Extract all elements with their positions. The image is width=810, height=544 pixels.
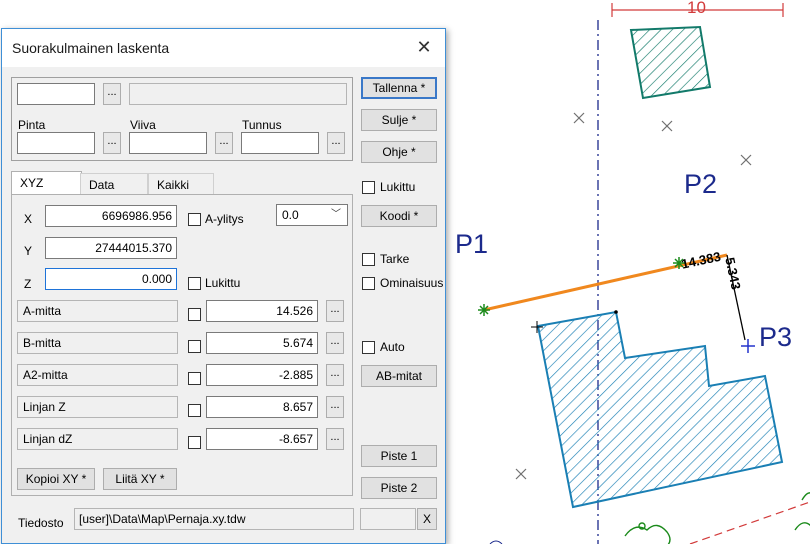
linjan-z-browse-button[interactable]: ... — [326, 396, 344, 418]
auto-checkbox[interactable] — [362, 341, 375, 354]
lukittu-checkbox[interactable] — [362, 181, 375, 194]
p1-marker[interactable] — [478, 304, 490, 316]
linjan-dz-checkbox[interactable] — [188, 436, 201, 449]
auto-label: Auto — [380, 340, 405, 354]
viiva-label: Viiva — [130, 118, 156, 132]
a-ylitys-select[interactable]: 0.0 ﹀ — [276, 204, 348, 226]
ab-mitat-button[interactable]: AB-mitat — [361, 365, 437, 387]
b-mitta-label: B-mitta — [17, 332, 178, 354]
chevron-down-icon: ﹀ — [331, 209, 341, 220]
tiedosto-field: [user]\Data\Map\Pernaja.xy.tdw — [74, 508, 354, 530]
building-green[interactable] — [629, 25, 712, 100]
y-label: Y — [24, 244, 33, 258]
b-mitta-browse-button[interactable]: ... — [326, 332, 344, 354]
ohje-button[interactable]: Ohje * — [361, 141, 437, 163]
dialog-titlebar[interactable]: Suorakulmainen laskenta ✕ — [2, 29, 445, 67]
close-icon[interactable]: ✕ — [412, 35, 436, 59]
small-field — [360, 508, 416, 530]
piste2-button[interactable]: Piste 2 — [361, 477, 437, 499]
lukittu-label: Lukittu — [380, 180, 416, 194]
z-input[interactable]: 0.000 — [45, 268, 177, 290]
tab-kaikki[interactable]: Kaikki — [148, 173, 214, 195]
viiva-input[interactable] — [129, 132, 207, 154]
z-label: Z — [24, 277, 32, 291]
dimension-label: 10 — [687, 0, 706, 17]
tunnus-browse-button[interactable]: ... — [327, 132, 345, 154]
tarke-checkbox[interactable] — [362, 253, 375, 266]
a2-mitta-label: A2-mitta — [17, 364, 178, 386]
tallenna-button[interactable]: Tallenna * — [361, 77, 437, 99]
a-mitta-browse-button[interactable]: ... — [326, 300, 344, 322]
tarke-label: Tarke — [380, 252, 410, 266]
piste1-button[interactable]: Piste 1 — [361, 445, 437, 467]
p3-marker[interactable] — [741, 339, 755, 353]
code-description-field — [129, 83, 347, 105]
z-lukittu-label: Lukittu — [205, 276, 241, 290]
koodi-button[interactable]: Koodi * — [361, 205, 437, 227]
linjan-z-input[interactable]: 8.657 — [206, 396, 318, 418]
building-blue[interactable] — [536, 310, 784, 509]
viiva-browse-button[interactable]: ... — [215, 132, 233, 154]
a2-mitta-browse-button[interactable]: ... — [326, 364, 344, 386]
x-input[interactable]: 6696986.956 — [45, 205, 177, 227]
code-browse-button[interactable]: ... — [103, 83, 121, 105]
tab-data[interactable]: Data — [80, 173, 148, 195]
b-mitta-checkbox[interactable] — [188, 340, 201, 353]
point-label-p1: P1 — [455, 229, 489, 259]
clear-file-button[interactable]: X — [417, 508, 437, 530]
point-label-p2: P2 — [684, 169, 718, 199]
pinta-browse-button[interactable]: ... — [103, 132, 121, 154]
a-ylitys-select-value: 0.0 — [282, 208, 299, 222]
a2-mitta-checkbox[interactable] — [188, 372, 201, 385]
linjan-dz-input[interactable]: -8.657 — [206, 428, 318, 450]
ominaisuus-label: Ominaisuus — [380, 276, 444, 290]
a-mitta-input[interactable]: 14.526 — [206, 300, 318, 322]
dialog-window: Suorakulmainen laskenta ✕ ... Pinta Viiv… — [1, 28, 446, 544]
tab-xyz[interactable]: XYZ — [11, 171, 82, 195]
a-ylitys-label: A-ylitys — [205, 212, 244, 226]
a-mitta-label: A-mitta — [17, 300, 178, 322]
liita-xy-button[interactable]: Liitä XY * — [103, 468, 177, 490]
sulje-button[interactable]: Sulje * — [361, 109, 437, 131]
point-label-p3: P3 — [759, 322, 793, 352]
tunnus-label: Tunnus — [242, 118, 282, 132]
pinta-label: Pinta — [18, 118, 46, 132]
y-input[interactable]: 27444015.370 — [45, 237, 177, 259]
ominaisuus-checkbox[interactable] — [362, 277, 375, 290]
a2-mitta-input[interactable]: -2.885 — [206, 364, 318, 386]
linjan-z-checkbox[interactable] — [188, 404, 201, 417]
tiedosto-label: Tiedosto — [18, 516, 64, 530]
tunnus-input[interactable] — [241, 132, 319, 154]
kopioi-xy-button[interactable]: Kopioi XY * — [17, 468, 95, 490]
b-mitta-input[interactable]: 5.674 — [206, 332, 318, 354]
code-input[interactable] — [17, 83, 95, 105]
x-label: X — [24, 212, 33, 226]
z-lukittu-checkbox[interactable] — [188, 277, 201, 290]
linjan-dz-browse-button[interactable]: ... — [326, 428, 344, 450]
linjan-z-label: Linjan Z — [17, 396, 178, 418]
a-ylitys-checkbox[interactable] — [188, 213, 201, 226]
dialog-title: Suorakulmainen laskenta — [12, 40, 170, 56]
linjan-dz-label: Linjan dZ — [17, 428, 178, 450]
pinta-input[interactable] — [17, 132, 95, 154]
vegetation — [624, 492, 810, 544]
a-mitta-checkbox[interactable] — [188, 308, 201, 321]
